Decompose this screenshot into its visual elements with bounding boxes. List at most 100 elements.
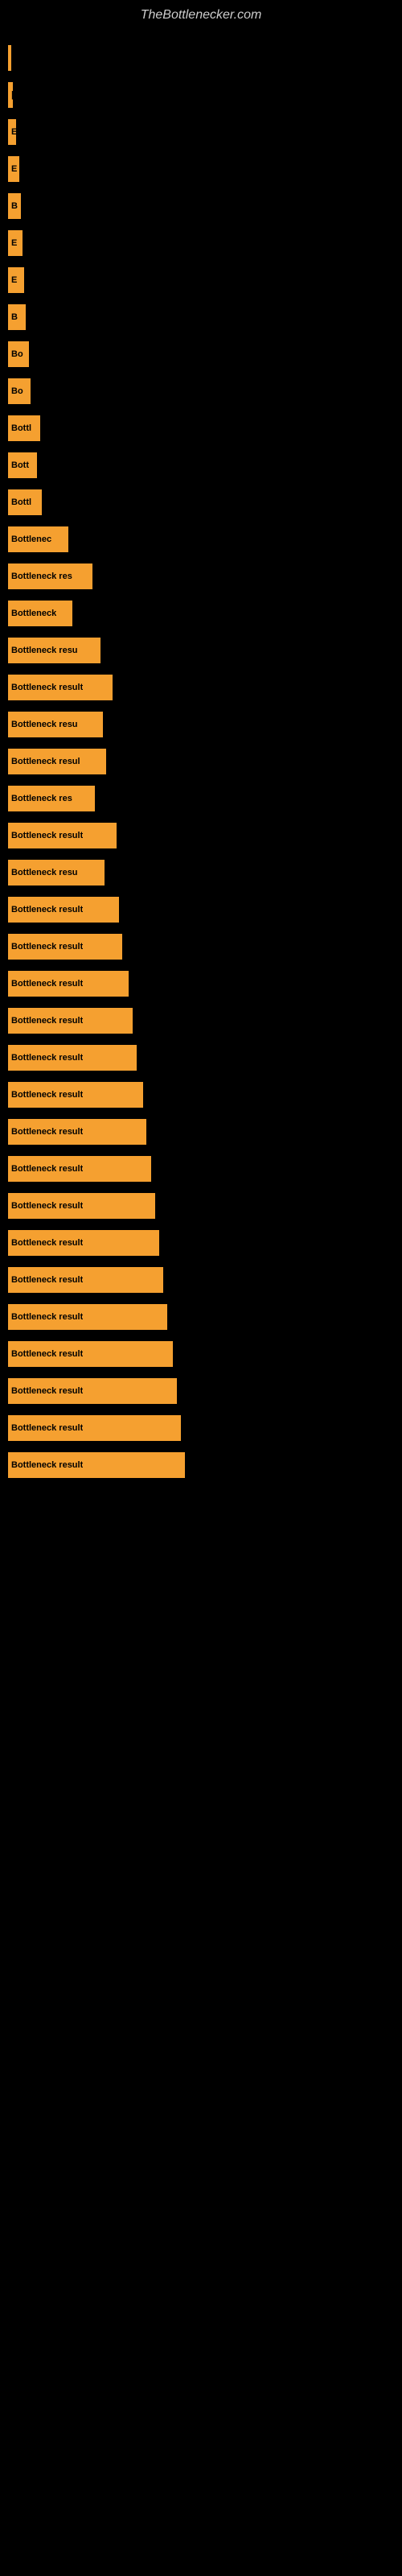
bar-label: Bottleneck result: [11, 979, 83, 989]
bar-item: Bottleneck result: [8, 675, 113, 700]
bar-label: Bottleneck result: [11, 1201, 83, 1211]
bar-label: Bottleneck result: [11, 831, 83, 840]
bar-row: Bottleneck result: [8, 1339, 394, 1369]
bar-label: Bottleneck result: [11, 1164, 83, 1174]
bar-item: Bottleneck result: [8, 1452, 185, 1478]
bar-row: Bottleneck resu: [8, 709, 394, 740]
bar-label: E: [11, 164, 17, 174]
bar-item: Bottleneck result: [8, 971, 129, 997]
bar-row: Bottleneck resu: [8, 857, 394, 888]
bar-item: Bottleneck res: [8, 564, 92, 589]
bar-row: Bottleneck result: [8, 1450, 394, 1480]
bar-row: Bottleneck result: [8, 1413, 394, 1443]
bar-row: Bottleneck resul: [8, 746, 394, 777]
bar-label: Bottleneck result: [11, 1275, 83, 1285]
bar-label: Bottleneck result: [11, 1460, 83, 1470]
bar-label: E: [11, 238, 17, 248]
bar-label: Bottleneck res: [11, 794, 72, 803]
bar-row: Bottleneck result: [8, 1302, 394, 1332]
bar-label: Bottl: [11, 423, 31, 433]
bar-row: Bottleneck res: [8, 561, 394, 592]
bar-item: Bottl: [8, 489, 42, 515]
bar-item: Bott: [8, 452, 37, 478]
bar-label: Bottleneck result: [11, 905, 83, 914]
bar-row: Bottleneck result: [8, 1191, 394, 1221]
bar-row: Bottleneck result: [8, 1042, 394, 1073]
bar-row: Bottleneck result: [8, 1080, 394, 1110]
bar-item: Bottleneck result: [8, 934, 122, 960]
bar-item: Bottleneck result: [8, 1230, 159, 1256]
bar-item: |: [8, 82, 13, 108]
bar-label: Bottleneck result: [11, 1016, 83, 1026]
bar-item: Bottleneck result: [8, 1341, 173, 1367]
bar-label: Bottleneck result: [11, 683, 83, 692]
bar-item: Bottleneck result: [8, 1267, 163, 1293]
bar-row: E: [8, 265, 394, 295]
bar-item: Bottleneck resu: [8, 860, 105, 886]
bar-item: Bottleneck result: [8, 1119, 146, 1145]
bar-item: Bottleneck resu: [8, 638, 100, 663]
bar-item: Bottleneck: [8, 601, 72, 626]
bar-label: Bottleneck result: [11, 1423, 83, 1433]
bar-item: Bottleneck result: [8, 1193, 155, 1219]
bar-label: Bottleneck result: [11, 1238, 83, 1248]
bar-label: E: [11, 275, 17, 285]
bar-label: Bottleneck result: [11, 1090, 83, 1100]
bar-row: Bottleneck result: [8, 672, 394, 703]
bar-item: Bottleneck res: [8, 786, 95, 811]
bar-row: Bottleneck result: [8, 1265, 394, 1295]
bar-row: Bottleneck result: [8, 1117, 394, 1147]
bar-row: Bottleneck result: [8, 1376, 394, 1406]
bar-row: Bottleneck result: [8, 894, 394, 925]
bar-label: Bottleneck res: [11, 572, 72, 581]
bar-row: |: [8, 80, 394, 110]
bar-label: Bo: [11, 386, 23, 396]
bar-item: B: [8, 193, 21, 219]
bar-row: Bottl: [8, 487, 394, 518]
bar-label: Bo: [11, 349, 23, 359]
bar-label: Bottleneck: [11, 609, 56, 618]
bar-label: |: [11, 90, 13, 100]
bar-item: E: [8, 156, 19, 182]
bar-label: Bottleneck result: [11, 1127, 83, 1137]
bar-item: Bottleneck result: [8, 1082, 143, 1108]
bar-item: |: [8, 45, 11, 71]
bar-item: E: [8, 267, 24, 293]
bar-row: Bottl: [8, 413, 394, 444]
bar-item: B: [8, 304, 26, 330]
bar-item: Bo: [8, 341, 29, 367]
site-title-container: TheBottlenecker.com: [0, 0, 402, 27]
bar-label: Bottl: [11, 497, 31, 507]
bar-row: Bottleneck result: [8, 1154, 394, 1184]
bar-label: Bottleneck result: [11, 1349, 83, 1359]
bar-item: Bottl: [8, 415, 40, 441]
bar-row: Bottleneck resu: [8, 635, 394, 666]
site-title: TheBottlenecker.com: [0, 0, 402, 27]
bar-item: Bottleneck result: [8, 897, 119, 923]
bar-row: Bottleneck result: [8, 931, 394, 962]
bar-label: Bottlenec: [11, 535, 51, 544]
bar-item: Bo: [8, 378, 31, 404]
bar-row: Bottleneck result: [8, 820, 394, 851]
bar-item: Bottleneck result: [8, 1378, 177, 1404]
bar-item: Bottleneck result: [8, 1156, 151, 1182]
bar-label: Bottleneck resul: [11, 757, 80, 766]
bar-row: Bottleneck result: [8, 1005, 394, 1036]
bar-row: E: [8, 154, 394, 184]
bar-row: |: [8, 43, 394, 73]
bar-item: Bottleneck resu: [8, 712, 103, 737]
bars-container: | | E E B E E B Bo Bo Bottl Bott Bottl Bottlenec Bottl…: [0, 27, 402, 1495]
bar-label: Bottleneck resu: [11, 868, 78, 877]
bar-label: B: [11, 201, 18, 211]
bar-item: Bottleneck result: [8, 1415, 181, 1441]
bar-label: Bottleneck result: [11, 1312, 83, 1322]
bar-item: Bottleneck result: [8, 1304, 167, 1330]
bar-item: Bottleneck result: [8, 1008, 133, 1034]
bar-label: B: [11, 312, 18, 322]
bar-row: E: [8, 228, 394, 258]
bar-item: Bottleneck result: [8, 1045, 137, 1071]
bar-row: Bo: [8, 376, 394, 407]
bar-row: Bottleneck: [8, 598, 394, 629]
bar-row: Bottleneck result: [8, 1228, 394, 1258]
bar-label: E: [11, 127, 16, 137]
